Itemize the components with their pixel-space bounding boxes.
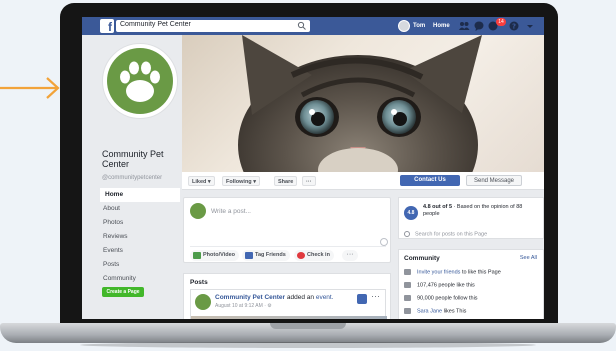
nav-item-photos[interactable]: Photos	[100, 216, 180, 230]
friend-like-row: Sara Jane likes This	[404, 308, 466, 314]
nav-item-community[interactable]: Community	[100, 272, 180, 286]
invite-suffix: to like this Page	[460, 269, 501, 276]
nav-item-events[interactable]: Events	[100, 244, 180, 258]
photo-icon	[193, 252, 201, 259]
post-event-link[interactable]: event.	[316, 294, 334, 301]
tag-friends-label: Tag Friends	[255, 252, 286, 258]
contact-us-button[interactable]: Contact Us	[400, 175, 460, 186]
svg-text:?: ?	[512, 22, 516, 30]
post-avatar[interactable]	[195, 294, 211, 310]
rating-summary: 4.8 out of 5 · Based on the opinion of 8…	[423, 204, 535, 218]
page-nav: Home About Photos Reviews Events Posts C…	[100, 188, 180, 286]
composer-more-button[interactable]: ···	[342, 250, 358, 261]
post-author-link[interactable]: Community Pet Center	[215, 294, 285, 301]
share-button[interactable]: Share	[274, 176, 298, 186]
laptop-notch	[270, 323, 346, 329]
friend-requests-icon[interactable]	[458, 20, 470, 32]
laptop-shadow	[80, 342, 536, 348]
create-page-button[interactable]: Create a Page	[102, 287, 144, 297]
search-input-value: Community Pet Center	[120, 21, 191, 28]
composer-divider	[190, 246, 386, 247]
profile-picture[interactable]	[102, 43, 178, 119]
follows-row: 90,000 people follow this	[404, 295, 478, 301]
post-card: Community Pet Center added an event. Aug…	[190, 289, 387, 319]
page-title: Community Pet Center	[102, 149, 164, 169]
laptop-screen: f Community Pet Center Tom Home 14 ? Com…	[82, 17, 544, 319]
nav-item-reviews[interactable]: Reviews	[100, 230, 180, 244]
composer-avatar	[190, 203, 206, 219]
send-message-button[interactable]: Send Message	[466, 175, 522, 186]
more-actions-button[interactable]: ···	[302, 176, 316, 186]
tag-friends-button[interactable]: Tag Friends	[242, 250, 290, 261]
posts-heading: Posts	[190, 279, 208, 286]
community-heading: Community	[404, 255, 440, 262]
check-in-label: Check in	[307, 252, 330, 258]
following-button[interactable]: Following ▾	[222, 176, 260, 186]
promo-stage: f Community Pet Center Tom Home 14 ? Com…	[0, 0, 616, 351]
likes-count: 107,476 people like this	[417, 282, 475, 289]
notification-badge: 14	[496, 18, 506, 26]
rating-badge: 4.8	[404, 206, 418, 220]
help-icon[interactable]: ?	[508, 20, 520, 32]
post-action-text: added an	[286, 294, 315, 301]
arrow-right-icon	[0, 77, 60, 99]
search-input[interactable]: Community Pet Center	[116, 20, 310, 32]
location-pin-icon	[297, 252, 305, 259]
nav-item-home[interactable]: Home	[100, 188, 180, 202]
chevron-down-icon[interactable]	[524, 20, 536, 32]
messenger-icon[interactable]	[473, 20, 485, 32]
sara-jane-link[interactable]: Sara Jane	[417, 308, 442, 314]
check-in-button[interactable]: Check in	[294, 250, 334, 261]
nav-item-posts[interactable]: Posts	[100, 258, 180, 272]
invite-row: Invite your friends to like this Page	[404, 269, 501, 275]
rating-headline: 4.8 out of 5	[423, 204, 453, 210]
liked-button[interactable]: Liked ▾	[188, 176, 215, 186]
home-link[interactable]: Home	[433, 23, 450, 29]
user-profile-link[interactable]: Tom	[398, 20, 425, 32]
friends-icon	[404, 308, 411, 314]
community-box: Community See All Invite your friends to…	[398, 249, 544, 319]
user-name: Tom	[413, 23, 426, 29]
rss-follow-icon	[404, 295, 411, 301]
sara-suffix: likes This	[442, 308, 467, 315]
paw-logo	[107, 48, 173, 114]
post-more-button[interactable]: ···	[371, 291, 380, 301]
photo-video-label: Photo/Video	[203, 252, 235, 258]
nav-item-about[interactable]: About	[100, 202, 180, 216]
post-author-line: Community Pet Center added an event.	[215, 294, 334, 301]
search-posts-input[interactable]: Search for posts on this Page	[404, 231, 540, 237]
post-composer: Write a post... Photo/Video Tag Friends …	[183, 197, 391, 263]
invite-icon	[404, 269, 411, 275]
write-post-input[interactable]: Write a post...	[211, 208, 251, 215]
rating-box: 4.8 4.8 out of 5 · Based on the opinion …	[398, 197, 544, 239]
user-avatar	[398, 20, 410, 32]
invite-friends-link[interactable]: Invite your friends	[417, 269, 460, 275]
search-icon	[404, 231, 410, 237]
search-posts-placeholder: Search for posts on this Page	[415, 231, 488, 238]
follows-count: 90,000 people follow this	[417, 295, 478, 302]
emoji-icon[interactable]	[380, 238, 388, 246]
page-action-bar: Liked ▾ Following ▾ Share ··· Contact Us…	[182, 172, 544, 190]
cover-photo[interactable]	[182, 35, 544, 187]
kitten-photo	[238, 35, 482, 187]
facebook-logo-icon[interactable]: f	[100, 19, 114, 34]
thumbs-up-icon	[404, 282, 411, 288]
post-timestamp[interactable]: August 10 at 9:12 AM · ⚙	[215, 303, 272, 309]
search-icon[interactable]	[297, 21, 307, 31]
see-all-link[interactable]: See All	[520, 255, 537, 261]
tag-friends-icon	[245, 252, 253, 259]
post-image[interactable]	[191, 316, 387, 319]
facebook-top-bar: f Community Pet Center Tom Home 14 ?	[82, 17, 544, 35]
photo-video-button[interactable]: Photo/Video	[190, 250, 239, 261]
likes-row: 107,476 people like this	[404, 282, 475, 288]
paw-icon	[120, 61, 160, 102]
checkbox-icon[interactable]	[357, 294, 367, 304]
page-handle[interactable]: @communitypetcenter	[102, 175, 162, 181]
